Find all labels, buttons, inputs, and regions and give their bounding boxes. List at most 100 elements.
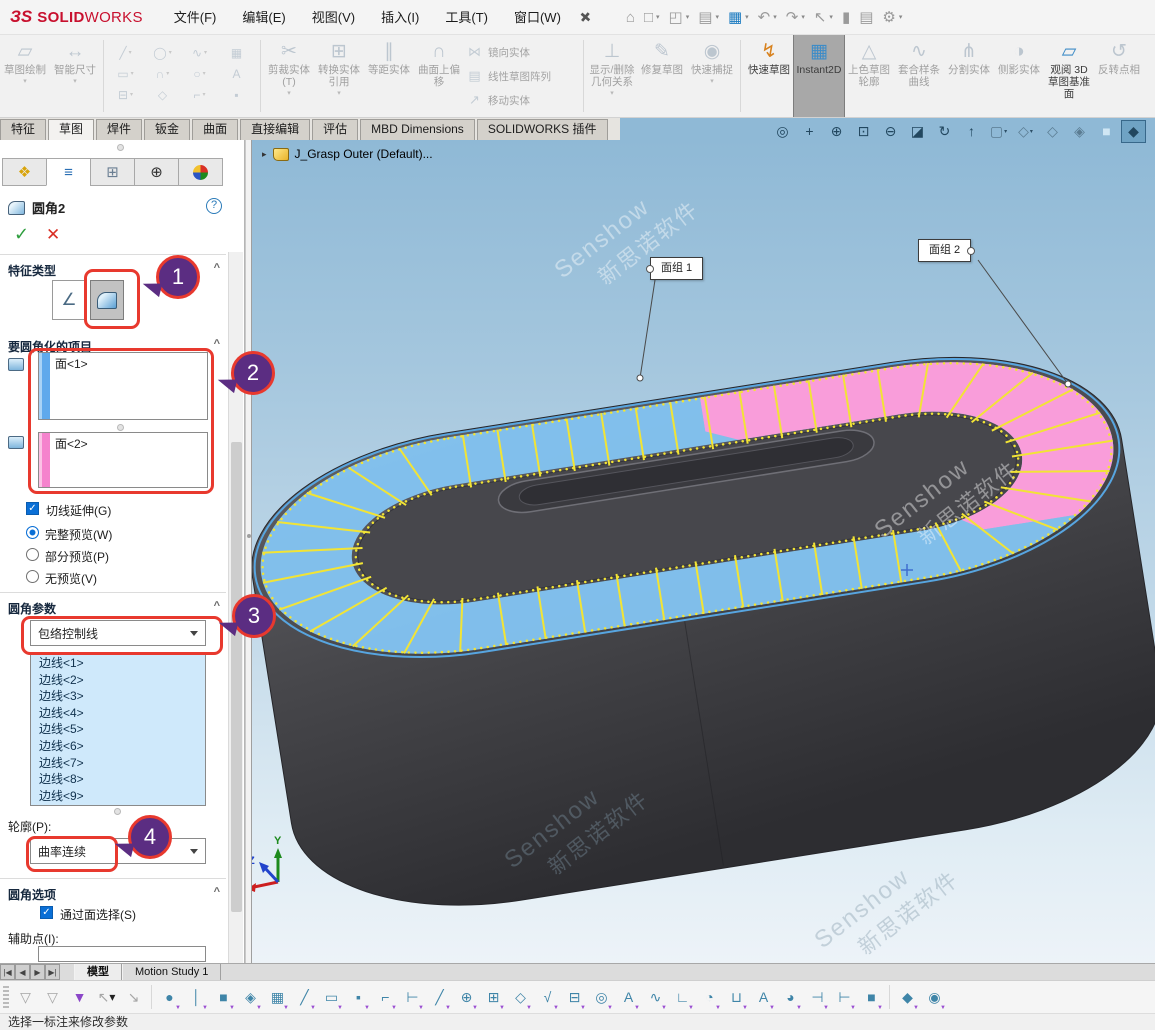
face-fillet-button[interactable] [90, 280, 124, 320]
face-set2-callout[interactable]: 面组 2 [918, 239, 971, 262]
listbox-splitter-dot[interactable] [117, 424, 124, 431]
face-set1-item[interactable]: 面<1> [55, 355, 88, 372]
filter-picture-icon[interactable]: ■ [858, 984, 885, 1010]
filter-pie-icon[interactable]: ◕ [777, 984, 804, 1010]
no-preview-radio[interactable] [26, 570, 39, 583]
filter-planes-icon[interactable]: ▭ [318, 984, 345, 1010]
shaded-sketch-contours-button[interactable]: △上色草图轮廓 [844, 35, 894, 117]
mirror-entities-button[interactable]: ⋈镜向实体 [464, 42, 580, 62]
ok-button[interactable]: ✓ [14, 224, 29, 245]
edge-item[interactable]: 边线<3> [31, 688, 205, 705]
select-filter-cursor-icon[interactable]: ↘ [120, 984, 147, 1010]
rectangle-tool[interactable]: ▭▾ [107, 63, 144, 84]
filter-sketch-icon[interactable]: ╱ [426, 984, 453, 1010]
zoom-out-icon[interactable]: ⊖ [879, 121, 902, 142]
fit-spline-button[interactable]: ∿套合样条曲线 [894, 35, 944, 117]
filter-datum-icon[interactable]: A [750, 984, 777, 1010]
edge-item[interactable]: 边线<6> [31, 738, 205, 755]
fillet-options-header[interactable]: 圆角选项 [8, 886, 56, 903]
cancel-button[interactable]: ✕ [46, 225, 60, 245]
control-lines-dropdown[interactable]: 包络控制线 [30, 620, 206, 646]
collapse-parameters-icon[interactable]: ^ [214, 600, 220, 612]
sketch-fillet-tool[interactable]: ⌐▾ [181, 84, 218, 105]
menu-insert[interactable]: 插入(I) [368, 0, 432, 35]
edge-item[interactable]: 边线<2> [31, 672, 205, 689]
view-3d-sketch-planes-button[interactable]: ▱观阅 3D 草图基准面 [1044, 35, 1094, 117]
filter-surface-finish-icon[interactable]: √ [534, 984, 561, 1010]
tree-expand-icon[interactable]: ▸ [262, 149, 267, 160]
trim-entities-button[interactable]: ✂剪裁实体(T)▾ [264, 35, 314, 117]
face-set1-listbox[interactable]: 面<1> [38, 352, 208, 420]
split-entities-button[interactable]: ⋔分割实体 [944, 35, 994, 117]
home-button[interactable]: ⌂ [622, 3, 639, 31]
tab-mbd-dimensions[interactable]: MBD Dimensions [360, 119, 475, 140]
filter-angle-icon[interactable]: ∟ [669, 984, 696, 1010]
menu-view[interactable]: 视图(V) [299, 0, 368, 35]
view-orientation-icon[interactable]: ▢▾ [987, 121, 1010, 142]
tab-evaluate[interactable]: 评估 [312, 119, 358, 140]
wireframe-icon[interactable]: ◇ [1041, 121, 1064, 142]
zoom-fit-icon[interactable]: ◎ [771, 121, 794, 142]
surface-offset-button[interactable]: ∩曲面上偏移 [414, 35, 464, 117]
task-pane-button[interactable]: ▤ [855, 3, 877, 31]
filter-vertices-icon[interactable]: ● [156, 984, 183, 1010]
touch-mode-button[interactable]: ▮ [838, 3, 854, 31]
menu-file[interactable]: 文件(F) [161, 0, 230, 35]
filter-plug-right-icon[interactable]: ⊢ [831, 984, 858, 1010]
filter-annotations-icon[interactable]: A [615, 984, 642, 1010]
last-tab-button[interactable]: ▶| [45, 964, 60, 980]
convert-entities-button[interactable]: ⊞转换实体引用▾ [314, 35, 364, 117]
pm-scrollbar-thumb[interactable] [231, 442, 242, 912]
open-document-button[interactable]: ◰▾ [665, 3, 694, 31]
next-tab-button[interactable]: ▶ [30, 964, 45, 980]
face-set1-callout[interactable]: 面组 1 [650, 257, 703, 280]
select-arrow-button[interactable]: ↖▾ [810, 3, 837, 31]
rotate-view-icon[interactable]: ↻ [933, 121, 956, 142]
tree-part-name[interactable]: J_Grasp Outer (Default)... [295, 147, 433, 161]
edge-item[interactable]: 边线<9> [31, 788, 205, 805]
tab-sketch[interactable]: 草图 [48, 119, 94, 140]
tab-weldments[interactable]: 焊件 [96, 119, 142, 140]
spline-tool[interactable]: ∿▾ [181, 42, 218, 63]
partial-preview-radio[interactable] [26, 548, 39, 561]
filter-faces-icon[interactable]: ■ [210, 984, 237, 1010]
filter-weld-icon[interactable]: ⊢ [399, 984, 426, 1010]
collapse-options-icon[interactable]: ^ [214, 886, 220, 898]
filter-solid-bodies-icon[interactable]: ▦ [264, 984, 291, 1010]
tab-solidworks-addins[interactable]: SOLIDWORKS 插件 [477, 119, 608, 140]
first-tab-button[interactable]: |◀ [0, 964, 15, 980]
edge-item[interactable]: 边线<8> [31, 771, 205, 788]
feature-type-header[interactable]: 特征类型 [8, 262, 56, 279]
smart-dimension-button[interactable]: ↔智能尺寸▾ [50, 35, 100, 117]
polygon-tool[interactable]: ◇ [144, 84, 181, 105]
filter-frames-icon[interactable]: ⌐ [372, 984, 399, 1010]
zoom-area-icon[interactable]: ⊡ [852, 121, 875, 142]
splitter-knob[interactable] [247, 534, 251, 538]
menu-edit[interactable]: 编辑(E) [229, 0, 298, 35]
tangent-propagation-checkbox[interactable]: ✓ [26, 502, 39, 515]
full-preview-radio[interactable] [26, 526, 39, 539]
quick-snaps-button[interactable]: ◉快速捕捉▾ [687, 35, 737, 117]
filter-curves-icon[interactable]: ∿ [642, 984, 669, 1010]
redo-button[interactable]: ↷▾ [782, 3, 809, 31]
model-canvas[interactable]: X Y Z [252, 140, 1155, 963]
tab-features[interactable]: 特征 [0, 119, 46, 140]
filter-surface-bodies-icon[interactable]: ◈ [237, 984, 264, 1010]
graphics-viewport[interactable]: ▸ J_Grasp Outer (Default)... Senshow新思诺软… [252, 140, 1155, 963]
help-point-input[interactable] [38, 946, 206, 962]
filter-plug-left-icon[interactable]: ⊣ [804, 984, 831, 1010]
filter-crown-icon[interactable]: ◔ [696, 984, 723, 1010]
shaded-icon[interactable]: ■ [1095, 121, 1118, 142]
menu-window[interactable]: 窗口(W) [501, 0, 574, 35]
text-tool[interactable]: A [218, 63, 255, 84]
ellipse-tool[interactable]: ○▾ [181, 63, 218, 84]
shaded-with-edges-icon[interactable]: ◆ [1122, 121, 1145, 142]
filter-coordinate-icon[interactable]: ⊞ [480, 984, 507, 1010]
filter-stack-icon[interactable]: ▼ [66, 984, 93, 1010]
edge-item[interactable]: 边线<4> [31, 705, 205, 722]
edge-item[interactable]: 边线<1> [31, 655, 205, 672]
instant2d-button[interactable]: ▦Instant2D [794, 35, 844, 117]
offset-entities-button[interactable]: ∥等距实体 [364, 35, 414, 117]
fillet-parameters-header[interactable]: 圆角参数 [8, 600, 56, 617]
select-cursor-icon[interactable]: ↖▾ [93, 984, 120, 1010]
